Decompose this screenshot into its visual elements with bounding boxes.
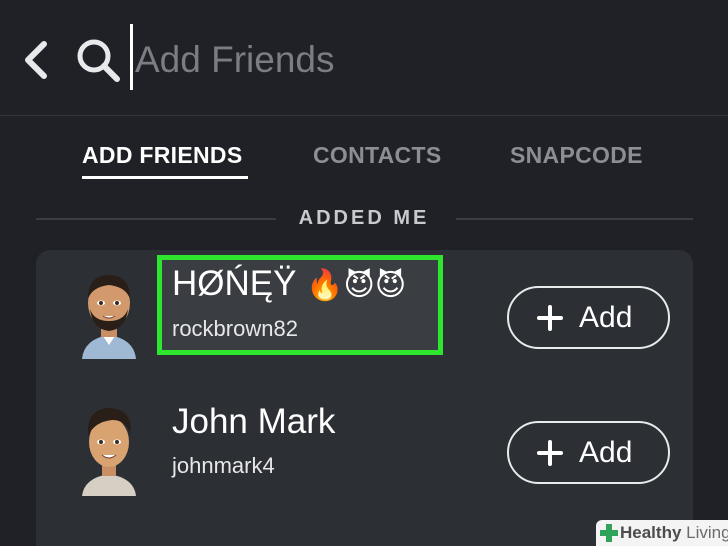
add-button-label: Add xyxy=(579,436,633,469)
tab-snapcode[interactable]: SNAPCODE xyxy=(510,142,643,169)
plus-icon xyxy=(537,440,563,466)
active-tab-indicator xyxy=(82,176,248,179)
watermark-brand: Healthy xyxy=(620,523,682,542)
text-cursor xyxy=(130,24,133,90)
add-friend-button[interactable]: Add xyxy=(507,421,670,484)
add-friend-button[interactable]: Add xyxy=(507,286,670,349)
search-header xyxy=(0,0,728,116)
friend-username: rockbrown82 xyxy=(172,316,298,341)
healthy-living-cross-icon xyxy=(600,524,618,542)
friend-display-name: John Mark xyxy=(172,402,336,441)
bitmoji-avatar xyxy=(82,275,136,359)
search-input[interactable] xyxy=(135,34,695,86)
plus-icon xyxy=(537,305,563,331)
friend-display-name: HØŃĘŸ 🔥😈😈 xyxy=(172,264,406,304)
back-button[interactable] xyxy=(18,38,54,82)
add-button-label: Add xyxy=(579,301,633,334)
display-name-emoji: 🔥😈😈 xyxy=(306,269,407,302)
watermark-text: Healthy Living xyxy=(620,523,728,543)
friend-username: johnmark4 xyxy=(172,453,275,478)
back-chevron-icon xyxy=(25,41,47,79)
healthy-living-watermark: Healthy Living xyxy=(596,520,728,546)
bitmoji-avatar xyxy=(82,408,136,496)
section-title: ADDED ME xyxy=(298,207,430,229)
watermark-brand-light: Living xyxy=(686,523,728,542)
tab-contacts[interactable]: CONTACTS xyxy=(313,142,441,169)
search-icon[interactable] xyxy=(74,36,122,84)
display-name-text: HØŃĘŸ xyxy=(172,264,297,303)
tab-add-friends[interactable]: ADD FRIENDS xyxy=(82,142,242,169)
